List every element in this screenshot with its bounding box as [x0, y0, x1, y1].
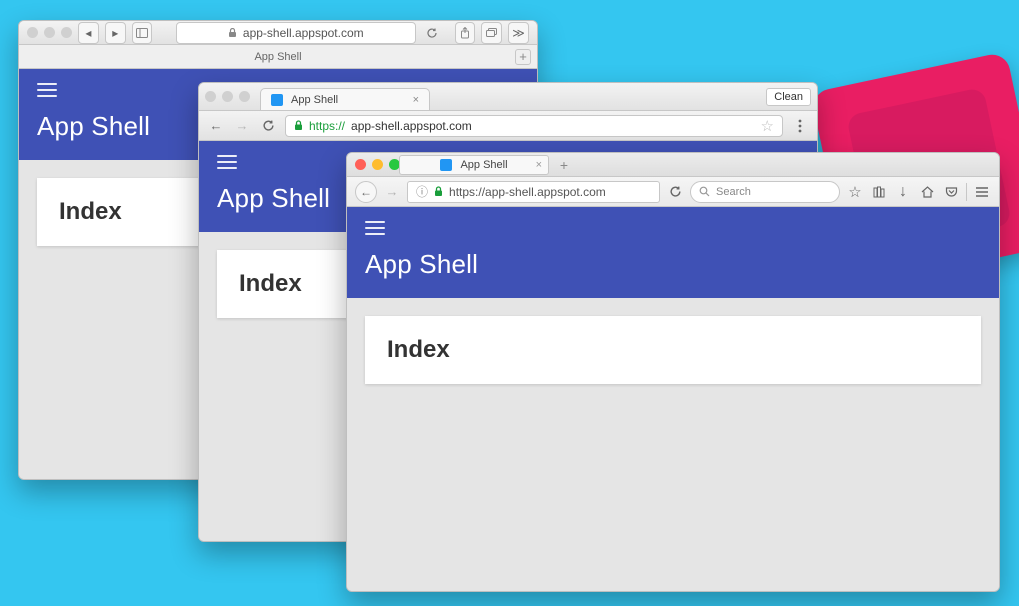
zoom-dot[interactable]	[61, 27, 72, 38]
tab-title: App Shell	[460, 159, 507, 171]
library-icon[interactable]	[870, 183, 888, 201]
reload-button[interactable]	[259, 117, 277, 135]
safari-titlebar: ◂ ▸ app-shell.appspot.com ≫	[19, 21, 537, 45]
firefox-tab[interactable]: App Shell ×	[399, 155, 549, 175]
forward-button[interactable]: ▸	[105, 22, 126, 44]
close-dot[interactable]	[205, 91, 216, 102]
lock-icon	[294, 120, 303, 131]
forward-button[interactable]: →	[233, 117, 251, 135]
new-tab-button[interactable]: +	[515, 49, 531, 65]
firefox-tabstrip: App Shell × +	[347, 153, 999, 177]
zoom-dot[interactable]	[239, 91, 250, 102]
bookmark-star-icon[interactable]: ☆	[761, 117, 774, 135]
home-icon[interactable]	[918, 183, 936, 201]
chrome-address-bar[interactable]: https:// app-shell.appspot.com ☆	[285, 115, 783, 137]
safari-tabrow: App Shell +	[19, 45, 537, 69]
firefox-window: App Shell × + ← → ⓘ https://app-shell.ap…	[346, 152, 1000, 592]
url-scheme: https://	[309, 119, 345, 133]
firefox-toolbar-right: ☆ ↓	[846, 183, 991, 201]
chrome-tab[interactable]: App Shell ×	[260, 88, 430, 110]
firefox-url-text: https://app-shell.appspot.com	[449, 185, 606, 199]
chrome-tabstrip: App Shell × Clean	[199, 83, 817, 111]
safari-address-bar[interactable]: app-shell.appspot.com	[176, 22, 416, 44]
tab-title: App Shell	[291, 94, 338, 106]
bookmark-star-icon[interactable]: ☆	[846, 183, 864, 201]
hamburger-icon[interactable]	[37, 83, 57, 97]
new-tab-button[interactable]: +	[555, 156, 573, 174]
firefox-address-bar[interactable]: ⓘ https://app-shell.appspot.com	[407, 181, 660, 203]
window-controls	[205, 91, 250, 102]
close-tab-icon[interactable]: ×	[536, 159, 542, 171]
lock-icon	[228, 28, 237, 38]
share-button[interactable]	[455, 22, 476, 44]
back-button[interactable]: ←	[355, 181, 377, 203]
firefox-menu-icon[interactable]	[973, 183, 991, 201]
close-tab-icon[interactable]: ×	[413, 94, 419, 106]
search-placeholder: Search	[716, 186, 751, 198]
lock-icon	[434, 186, 443, 197]
favicon	[271, 94, 283, 106]
app-header: App Shell	[347, 207, 999, 298]
app-viewport: App Shell Index	[347, 207, 999, 591]
window-controls	[355, 159, 400, 170]
safari-url-text: app-shell.appspot.com	[243, 26, 364, 40]
overflow-button[interactable]: ≫	[508, 22, 529, 44]
favicon	[440, 159, 452, 171]
minimize-dot[interactable]	[44, 27, 55, 38]
chrome-toolbar: ← → https:// app-shell.appspot.com ☆	[199, 111, 817, 141]
minimize-dot[interactable]	[372, 159, 383, 170]
firefox-toolbar: ← → ⓘ https://app-shell.appspot.com Sear…	[347, 177, 999, 207]
url-rest: app-shell.appspot.com	[351, 119, 472, 133]
back-button[interactable]: ←	[207, 117, 225, 135]
tabs-button[interactable]	[481, 22, 502, 44]
reload-button[interactable]	[422, 22, 443, 44]
info-icon[interactable]: ⓘ	[416, 183, 428, 200]
safari-tab-title[interactable]: App Shell	[19, 51, 537, 63]
chrome-menu-icon[interactable]	[791, 117, 809, 135]
content-card: Index	[365, 316, 981, 384]
app-title: App Shell	[365, 249, 981, 280]
window-controls	[27, 27, 72, 38]
back-button[interactable]: ◂	[78, 22, 99, 44]
minimize-dot[interactable]	[222, 91, 233, 102]
forward-button[interactable]: →	[383, 183, 401, 201]
sidebar-button[interactable]	[132, 22, 153, 44]
close-dot[interactable]	[27, 27, 38, 38]
hamburger-icon[interactable]	[217, 155, 237, 169]
card-heading: Index	[387, 336, 959, 364]
hamburger-icon[interactable]	[365, 221, 385, 235]
reload-button[interactable]	[666, 183, 684, 201]
pocket-icon[interactable]	[942, 183, 960, 201]
close-dot[interactable]	[355, 159, 366, 170]
search-icon	[699, 186, 710, 197]
firefox-search-box[interactable]: Search	[690, 181, 840, 203]
clean-button[interactable]: Clean	[766, 88, 811, 106]
downloads-icon[interactable]: ↓	[894, 183, 912, 201]
